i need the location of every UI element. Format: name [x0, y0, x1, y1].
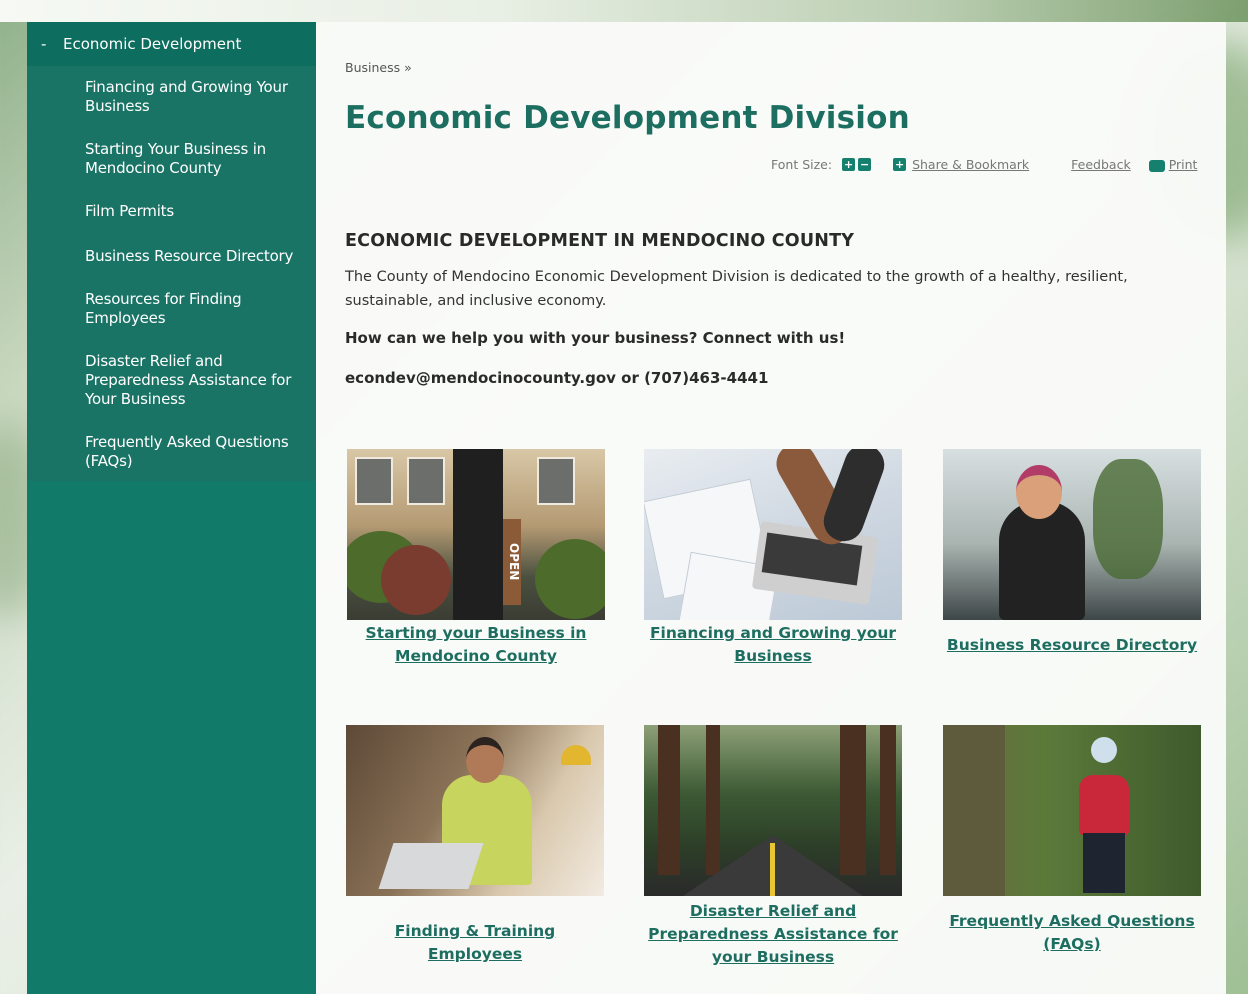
sidebar-header-label: Economic Development: [63, 35, 242, 53]
share-plus-icon: +: [893, 158, 907, 171]
sidebar-item-disaster-relief[interactable]: Disaster Relief and Preparedness Assista…: [27, 328, 316, 409]
section-heading: ECONOMIC DEVELOPMENT IN MENDOCINO COUNTY: [345, 231, 855, 251]
tile-disaster-relief[interactable]: Disaster Relief and Preparedness Assista…: [644, 725, 902, 969]
sidebar-item-faqs[interactable]: Frequently Asked Questions (FAQs): [27, 409, 316, 471]
redwood-forest-road-photo[interactable]: [644, 725, 902, 896]
background-banner: [0, 0, 1248, 22]
warehouse-worker-laptop-photo[interactable]: [346, 725, 604, 896]
main-content: Business » Economic Development Division…: [316, 22, 1226, 994]
feedback-link[interactable]: Feedback: [1071, 157, 1131, 172]
tile-caption-resource-directory[interactable]: Business Resource Directory: [943, 634, 1201, 657]
tile-faqs[interactable]: Frequently Asked Questions (FAQs): [943, 725, 1201, 956]
breadcrumb[interactable]: Business »: [345, 60, 412, 75]
sidebar-item-starting-business[interactable]: Starting Your Business in Mendocino Coun…: [27, 116, 316, 178]
contact-line[interactable]: econdev@mendocinocounty.gov or (707)463-…: [345, 369, 768, 387]
sidebar-item-resource-directory[interactable]: Business Resource Directory: [27, 221, 316, 266]
page-toolbar: Font Size: + − + Share & Bookmark Feedba…: [771, 157, 1197, 172]
font-decrease-button[interactable]: −: [858, 158, 872, 171]
tile-caption-financing[interactable]: Financing and Growing your Business: [644, 622, 902, 668]
sidebar-item-film-permits[interactable]: Film Permits: [27, 178, 316, 221]
tile-caption-disaster-relief[interactable]: Disaster Relief and Preparedness Assista…: [644, 900, 902, 969]
share-bookmark-link[interactable]: Share & Bookmark: [912, 157, 1029, 172]
tile-financing[interactable]: Financing and Growing your Business: [644, 449, 902, 668]
print-link[interactable]: Print: [1169, 157, 1198, 172]
tile-starting-business[interactable]: OPEN Starting your Business in Mendocino…: [347, 449, 605, 668]
forest-worker-tablet-photo[interactable]: [943, 725, 1201, 896]
sidebar-nav: - Economic Development Financing and Gro…: [27, 22, 316, 994]
tile-caption-finding-employees[interactable]: Finding & Training Employees: [346, 920, 604, 966]
tile-caption-starting-business[interactable]: Starting your Business in Mendocino Coun…: [347, 622, 605, 668]
collapse-icon: -: [41, 35, 47, 53]
font-size-label: Font Size:: [771, 157, 833, 172]
laptop-paperwork-photo[interactable]: [644, 449, 902, 620]
sidebar-list: Financing and Growing Your Business Star…: [27, 66, 316, 481]
tile-resource-directory[interactable]: Business Resource Directory: [943, 449, 1201, 657]
business-owner-salon-photo[interactable]: [943, 449, 1201, 620]
intro-paragraph: The County of Mendocino Economic Develop…: [345, 269, 1128, 309]
sidebar-item-financing[interactable]: Financing and Growing Your Business: [27, 66, 316, 116]
printer-icon: [1148, 159, 1165, 172]
tile-finding-employees[interactable]: Finding & Training Employees: [346, 725, 604, 966]
sidebar-item-finding-employees[interactable]: Resources for Finding Employees: [27, 266, 316, 328]
tile-caption-faqs[interactable]: Frequently Asked Questions (FAQs): [943, 910, 1201, 956]
page-title: Economic Development Division: [345, 100, 910, 136]
font-increase-button[interactable]: +: [842, 158, 856, 171]
storefront-open-sign-photo[interactable]: OPEN: [347, 449, 605, 620]
sidebar-header-economic-development[interactable]: - Economic Development: [27, 22, 316, 66]
help-line: How can we help you with your business? …: [345, 329, 846, 347]
